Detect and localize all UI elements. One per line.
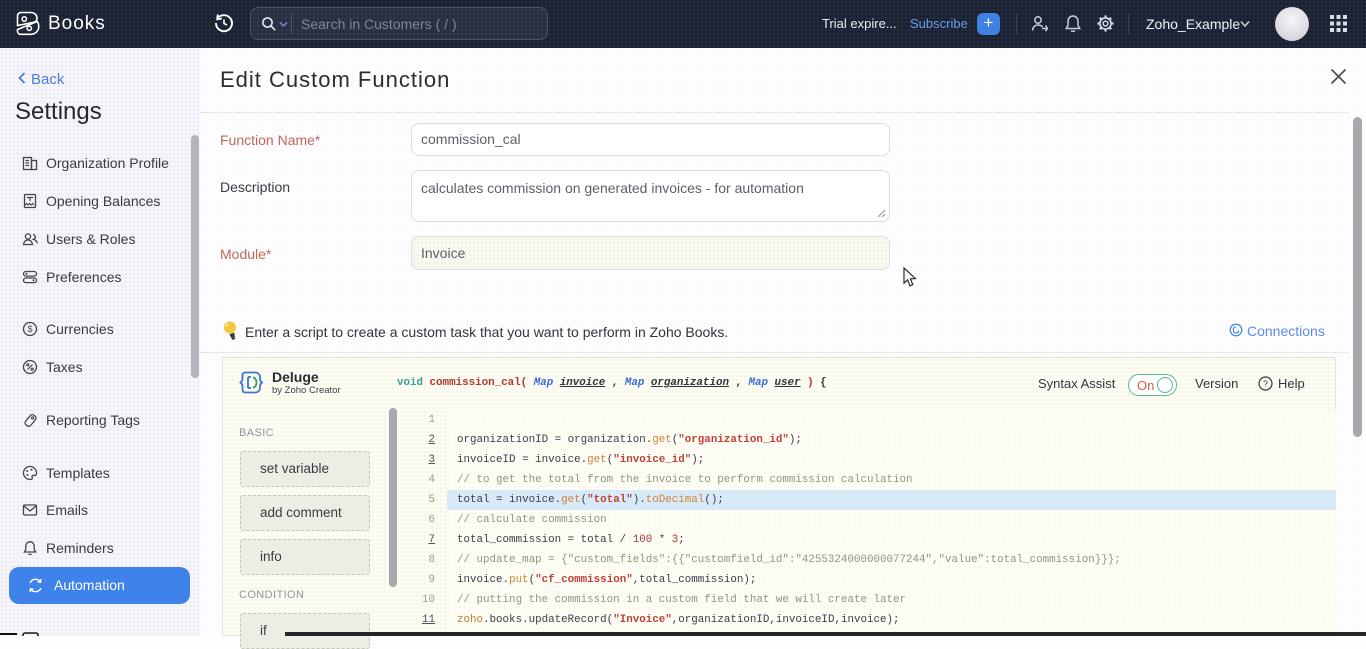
svg-text:$: $ [27, 324, 32, 334]
svg-text:?: ? [1263, 379, 1268, 389]
